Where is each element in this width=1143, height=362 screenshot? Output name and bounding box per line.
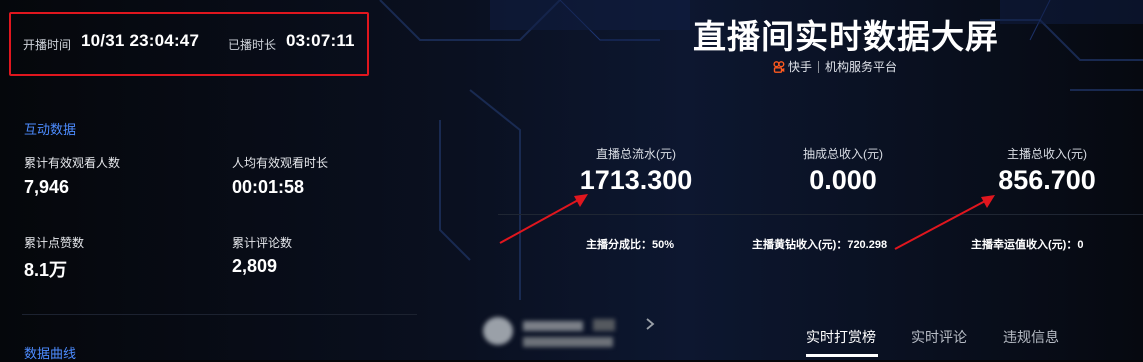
active-tab-indicator <box>806 354 878 357</box>
blurred-id <box>523 337 613 347</box>
blurred-name <box>523 321 583 331</box>
blurred-badge <box>593 319 615 331</box>
tab-live-comments[interactable]: 实时评论 <box>911 327 967 347</box>
chevron-right-icon[interactable] <box>643 317 657 331</box>
arrow-to-total-revenue <box>499 194 588 244</box>
tab-live-gift-ranking[interactable]: 实时打赏榜 <box>806 327 876 347</box>
tab-violation-info[interactable]: 违规信息 <box>1003 327 1059 347</box>
anchor-profile-blurred <box>483 315 663 360</box>
arrow-to-host-revenue <box>894 195 995 250</box>
avatar <box>483 317 513 345</box>
annotation-arrows <box>499 194 995 250</box>
